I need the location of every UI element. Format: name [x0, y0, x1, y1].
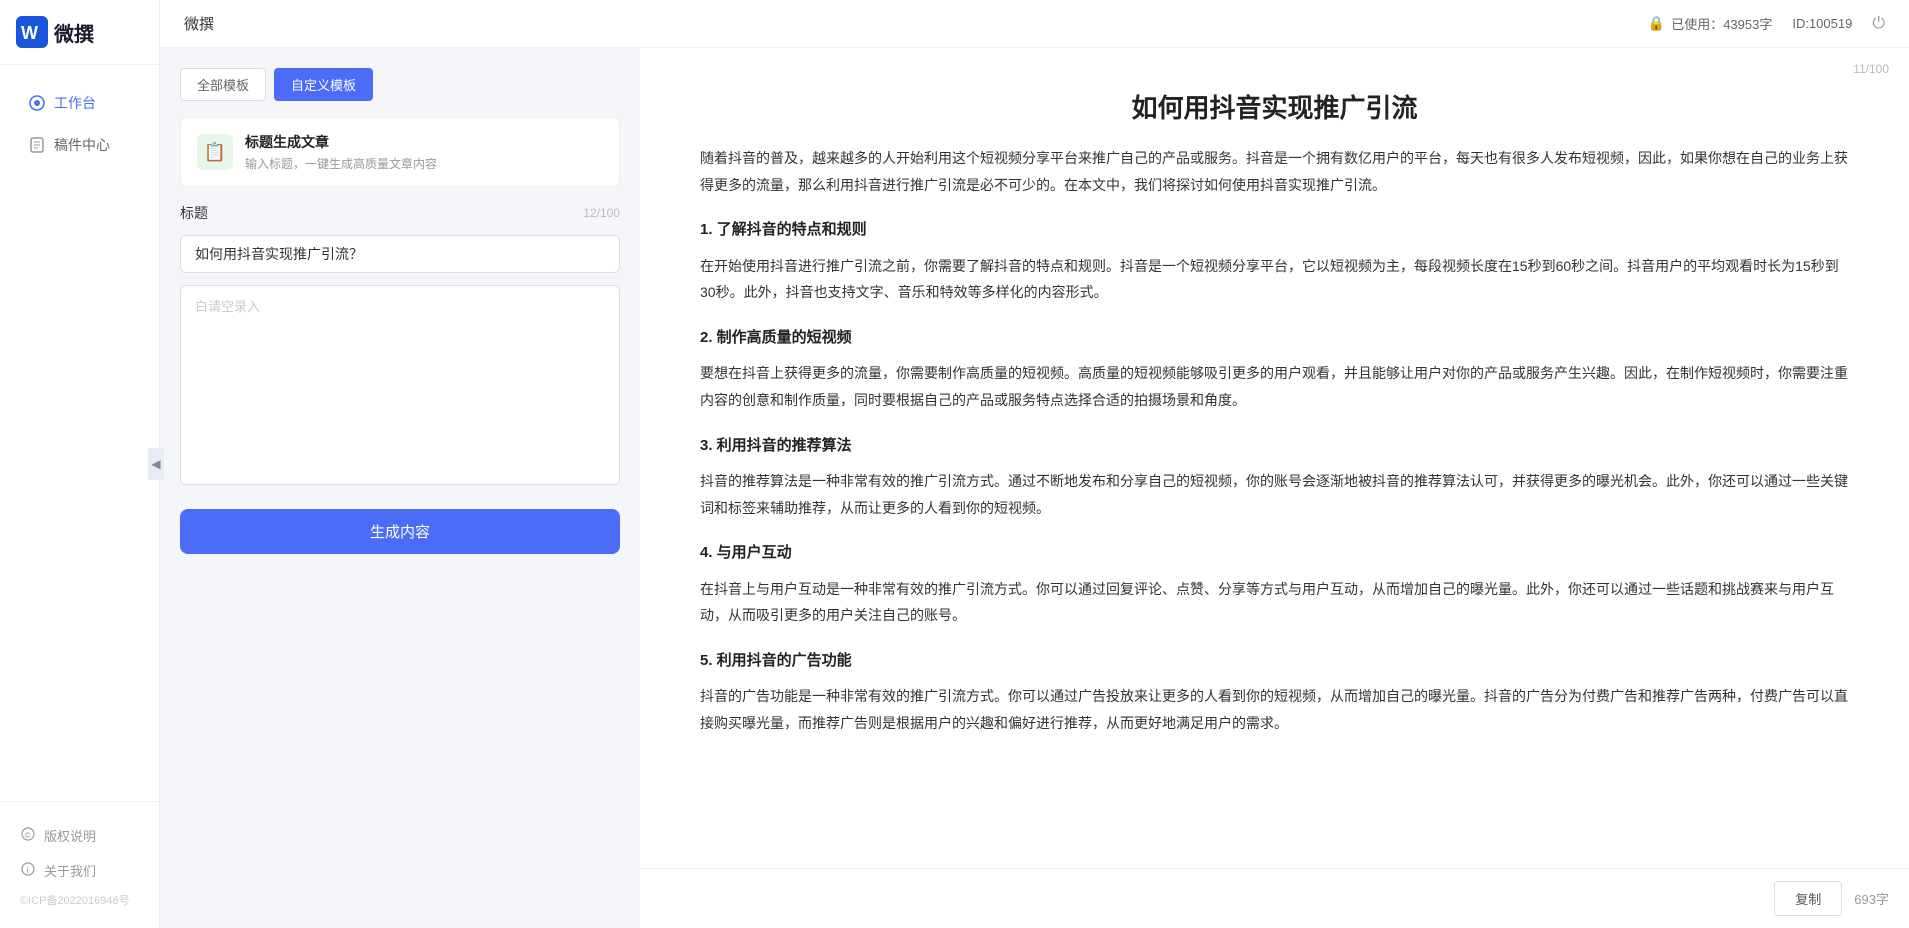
article-h5: 5. 利用抖音的广告功能	[700, 647, 1849, 676]
about-item[interactable]: i 关于我们	[0, 853, 159, 888]
copy-button[interactable]: 复制	[1774, 881, 1842, 916]
article-h1: 1. 了解抖音的特点和规则	[700, 216, 1849, 245]
article-body[interactable]: 随着抖音的普及，越来越多的人开始利用这个短视频分享平台来推广自己的产品或服务。抖…	[640, 145, 1909, 868]
svg-text:©: ©	[25, 831, 31, 840]
form-section: 标题 12/100	[180, 203, 620, 485]
template-card-title-article[interactable]: 📋 标题生成文章 输入标题，一键生成高质量文章内容	[180, 117, 620, 187]
sidebar-item-workbench-label: 工作台	[54, 93, 96, 113]
article-page-info: 11/100	[1853, 62, 1889, 76]
tab-all-templates[interactable]: 全部模板	[180, 68, 266, 101]
about-label: 关于我们	[44, 861, 96, 880]
article-header: 如何用抖音实现推广引流	[640, 48, 1909, 145]
title-label: 标题	[180, 203, 208, 223]
article-footer: 复制 693字	[640, 868, 1909, 928]
lock-icon: 🔒	[1648, 15, 1665, 32]
template-card-info: 标题生成文章 输入标题，一键生成高质量文章内容	[245, 132, 603, 172]
word-count: 693字	[1854, 889, 1889, 908]
article-intro: 随着抖音的普及，越来越多的人开始利用这个短视频分享平台来推广自己的产品或服务。抖…	[700, 145, 1849, 198]
template-card-desc: 输入标题，一键生成高质量文章内容	[245, 155, 603, 172]
generate-button[interactable]: 生成内容	[180, 509, 620, 554]
power-icon[interactable]: ⏻	[1872, 15, 1885, 33]
usage-info: 🔒 已使用：43953字	[1648, 14, 1773, 33]
sidebar: W 微撰 工作台 稿件中心	[0, 0, 160, 928]
header-title: 微撰	[184, 13, 214, 34]
article-p3: 抖音的推荐算法是一种非常有效的推广引流方式。通过不断地发布和分享自己的短视频，你…	[700, 468, 1849, 521]
sidebar-item-drafts[interactable]: 稿件中心	[8, 125, 151, 165]
title-input[interactable]	[180, 235, 620, 273]
main-area: 微撰 🔒 已使用：43953字 ID:100519 ⏻ 全部模板 自定义模板 📋…	[160, 0, 1909, 928]
drafts-icon	[28, 136, 46, 154]
sidebar-item-workbench[interactable]: 工作台	[8, 83, 151, 123]
user-id: ID:100519	[1792, 16, 1852, 31]
logo-icon: W	[16, 16, 48, 48]
sidebar-footer: © 版权说明 i 关于我们 ©ICP备2022016946号	[0, 801, 159, 928]
template-card-name: 标题生成文章	[245, 132, 603, 152]
template-card-icon: 📋	[197, 134, 233, 170]
copyright-item[interactable]: © 版权说明	[0, 818, 159, 853]
about-icon: i	[20, 861, 36, 880]
content-area: 全部模板 自定义模板 📋 标题生成文章 输入标题，一键生成高质量文章内容 标题 …	[160, 48, 1909, 928]
main-nav: 工作台 稿件中心	[0, 65, 159, 801]
workbench-icon	[28, 94, 46, 112]
content-textarea[interactable]	[180, 285, 620, 485]
article-title: 如何用抖音实现推广引流	[700, 88, 1849, 125]
copyright-icon: ©	[20, 826, 36, 845]
article-p1: 在开始使用抖音进行推广引流之前，你需要了解抖音的特点和规则。抖音是一个短视频分享…	[700, 253, 1849, 306]
header: 微撰 🔒 已使用：43953字 ID:100519 ⏻	[160, 0, 1909, 48]
svg-text:i: i	[27, 865, 29, 875]
logo-text: 微撰	[54, 18, 94, 47]
left-panel: 全部模板 自定义模板 📋 标题生成文章 输入标题，一键生成高质量文章内容 标题 …	[160, 48, 640, 928]
collapse-arrow[interactable]: ◀	[160, 448, 164, 480]
right-panel: 11/100 如何用抖音实现推广引流 随着抖音的普及，越来越多的人开始利用这个短…	[640, 48, 1909, 928]
template-tabs: 全部模板 自定义模板	[180, 68, 620, 101]
title-label-row: 标题 12/100	[180, 203, 620, 223]
article-h4: 4. 与用户互动	[700, 539, 1849, 568]
article-p2: 要想在抖音上获得更多的流量，你需要制作高质量的短视频。高质量的短视频能够吸引更多…	[700, 360, 1849, 413]
article-h2: 2. 制作高质量的短视频	[700, 324, 1849, 353]
icp-text: ©ICP备2022016946号	[0, 888, 159, 912]
logo-area: W 微撰	[0, 0, 159, 65]
article-p4: 在抖音上与用户互动是一种非常有效的推广引流方式。你可以通过回复评论、点赞、分享等…	[700, 576, 1849, 629]
article-p5: 抖音的广告功能是一种非常有效的推广引流方式。你可以通过广告投放来让更多的人看到你…	[700, 683, 1849, 736]
title-counter: 12/100	[583, 206, 620, 220]
article-h3: 3. 利用抖音的推荐算法	[700, 432, 1849, 461]
copyright-label: 版权说明	[44, 826, 96, 845]
header-right: 🔒 已使用：43953字 ID:100519 ⏻	[1648, 14, 1885, 33]
sidebar-item-drafts-label: 稿件中心	[54, 135, 110, 155]
svg-text:W: W	[21, 23, 38, 43]
tab-custom-templates[interactable]: 自定义模板	[274, 68, 373, 101]
usage-label: 已使用：43953字	[1671, 14, 1772, 33]
